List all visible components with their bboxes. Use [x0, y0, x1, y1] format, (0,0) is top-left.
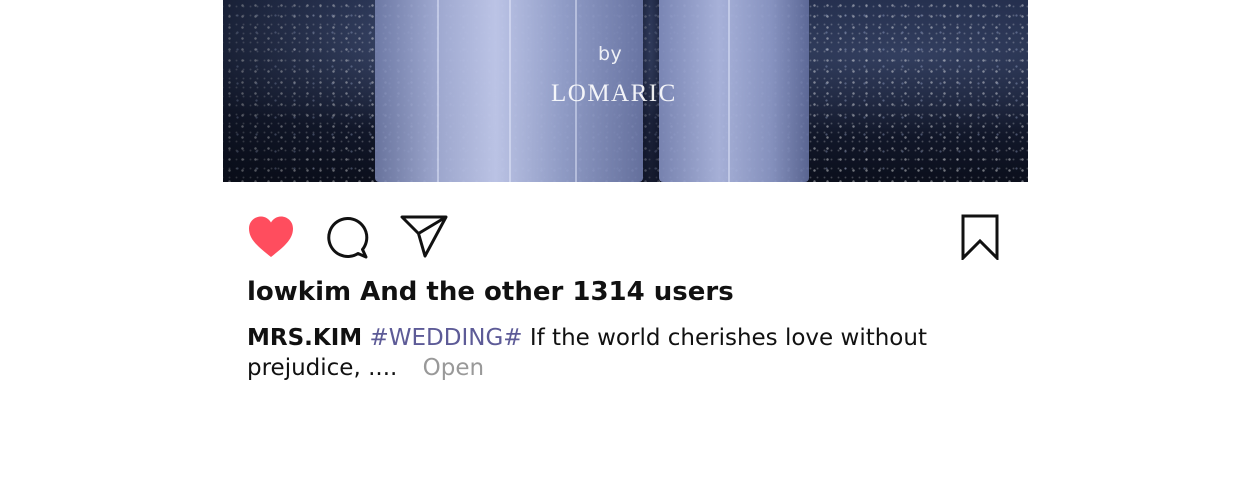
photo-shadow	[223, 0, 383, 182]
post-caption: MRS.KIM #WEDDING# If the world cherishes…	[247, 323, 947, 383]
comment-bubble-icon[interactable]	[325, 216, 369, 260]
photo-fold	[728, 0, 730, 182]
photo-overlay-brand: LOMARIC	[551, 80, 677, 107]
bookmark-icon[interactable]	[961, 214, 999, 262]
heart-filled-icon[interactable]	[247, 215, 295, 259]
photo-overlay-by: by	[598, 43, 623, 65]
paper-plane-icon[interactable]	[400, 214, 448, 258]
caption-open-link[interactable]: Open	[423, 355, 484, 381]
caption-hashtag[interactable]: #WEDDING#	[369, 325, 522, 351]
post-photo[interactable]: by LOMARIC	[223, 0, 1028, 182]
photo-fold	[509, 0, 511, 182]
caption-author[interactable]: MRS.KIM	[247, 325, 362, 351]
photo-fold	[437, 0, 439, 182]
likes-count[interactable]: lowkim And the other 1314 users	[247, 277, 734, 307]
post-card: by LOMARIC	[223, 0, 1028, 483]
photo-gown-right	[659, 0, 809, 182]
post-actions	[223, 182, 1028, 292]
